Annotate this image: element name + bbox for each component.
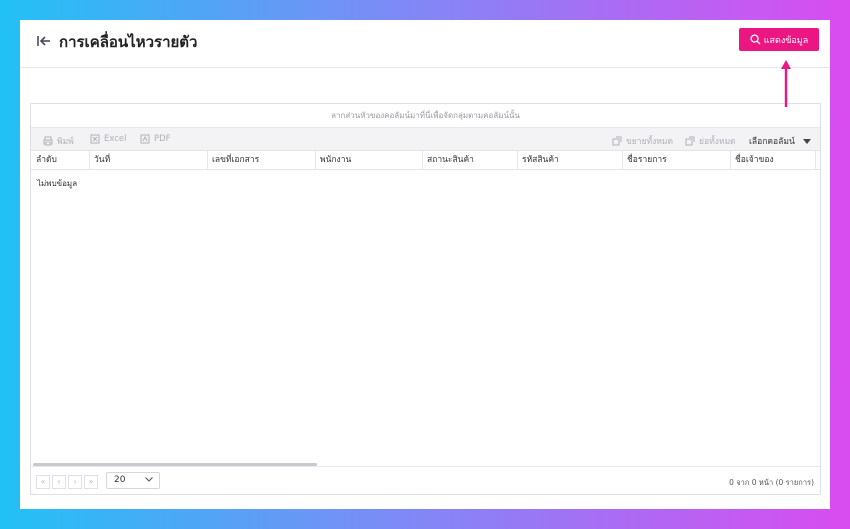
column-header-product-code[interactable]: รหัสสินค้า bbox=[518, 151, 623, 170]
page-header: การเคลื่อนไหวรายตัว แสดงข้อมูล bbox=[20, 20, 830, 68]
grid-toolbar: พิมพ์ Excel PDF ขยายทั้งหมด ย่อทั้งหมด เ… bbox=[31, 128, 820, 151]
printer-icon bbox=[43, 136, 53, 146]
print-label: พิมพ์ bbox=[57, 137, 74, 147]
page-info: 0 จาก 0 หน้า (0 รายการ) bbox=[729, 478, 814, 487]
expand-all-label: ขยายทั้งหมด bbox=[626, 137, 674, 147]
grid-footer: « ‹ › » 20 0 จาก 0 หน้า (0 รายการ) bbox=[31, 466, 820, 494]
column-chooser[interactable]: เลือกคอลัมน์ bbox=[749, 134, 811, 148]
pdf-icon bbox=[140, 134, 150, 144]
back-arrow-icon[interactable] bbox=[36, 33, 52, 49]
page-size-select[interactable]: 20 bbox=[106, 472, 160, 489]
expand-all-button[interactable]: ขยายทั้งหมด bbox=[612, 134, 673, 148]
column-header-employee[interactable]: พนักงาน bbox=[316, 151, 423, 170]
first-page-button[interactable]: « bbox=[36, 475, 50, 489]
excel-icon bbox=[90, 134, 100, 144]
app-window: การเคลื่อนไหวรายตัว แสดงข้อมูล ลากส่วนหั… bbox=[20, 20, 830, 509]
excel-label: Excel bbox=[104, 134, 127, 144]
column-header-owner[interactable]: ชื่อเจ้าของ bbox=[731, 151, 816, 170]
pdf-button[interactable]: PDF bbox=[140, 134, 171, 144]
column-header-date[interactable]: วันที่ bbox=[90, 151, 208, 170]
column-header-seq[interactable]: ลำดับ bbox=[31, 151, 90, 170]
print-button[interactable]: พิมพ์ bbox=[43, 134, 74, 148]
collapse-all-label: ย่อทั้งหมด bbox=[699, 137, 736, 147]
excel-button[interactable]: Excel bbox=[90, 134, 127, 144]
search-icon bbox=[750, 34, 761, 45]
column-chooser-label: เลือกคอลัมน์ bbox=[749, 137, 795, 147]
column-header-row: ลำดับ วันที่ เลขที่เอกสาร พนักงาน สถานะส… bbox=[31, 151, 820, 170]
expand-icon bbox=[612, 136, 622, 146]
prev-page-button[interactable]: ‹ bbox=[52, 475, 66, 489]
caret-down-icon bbox=[802, 138, 811, 144]
last-page-button[interactable]: » bbox=[84, 475, 98, 489]
chevron-down-icon bbox=[145, 477, 153, 482]
column-header-doc-no[interactable]: เลขที่เอกสาร bbox=[208, 151, 316, 170]
collapse-icon bbox=[685, 136, 695, 146]
annotation-arrow-icon bbox=[781, 60, 791, 107]
group-panel[interactable]: ลากส่วนหัวของคอลัมน์มาที่นี่เพื่อจัดกลุ่… bbox=[31, 104, 820, 128]
next-page-button[interactable]: › bbox=[68, 475, 82, 489]
empty-message: ไม่พบข้อมูล bbox=[37, 179, 78, 188]
page-title: การเคลื่อนไหวรายตัว bbox=[59, 33, 198, 51]
collapse-all-button[interactable]: ย่อทั้งหมด bbox=[685, 134, 736, 148]
column-header-status[interactable]: สถานะสินค้า bbox=[423, 151, 518, 170]
data-grid: ลากส่วนหัวของคอลัมน์มาที่นี่เพื่อจัดกลุ่… bbox=[30, 103, 821, 495]
pdf-label: PDF bbox=[154, 134, 171, 144]
show-data-button[interactable]: แสดงข้อมูล bbox=[739, 28, 819, 51]
page-size-value: 20 bbox=[114, 475, 126, 485]
show-data-label: แสดงข้อมูล bbox=[763, 35, 809, 46]
column-header-item-name[interactable]: ชื่อรายการ bbox=[623, 151, 731, 170]
